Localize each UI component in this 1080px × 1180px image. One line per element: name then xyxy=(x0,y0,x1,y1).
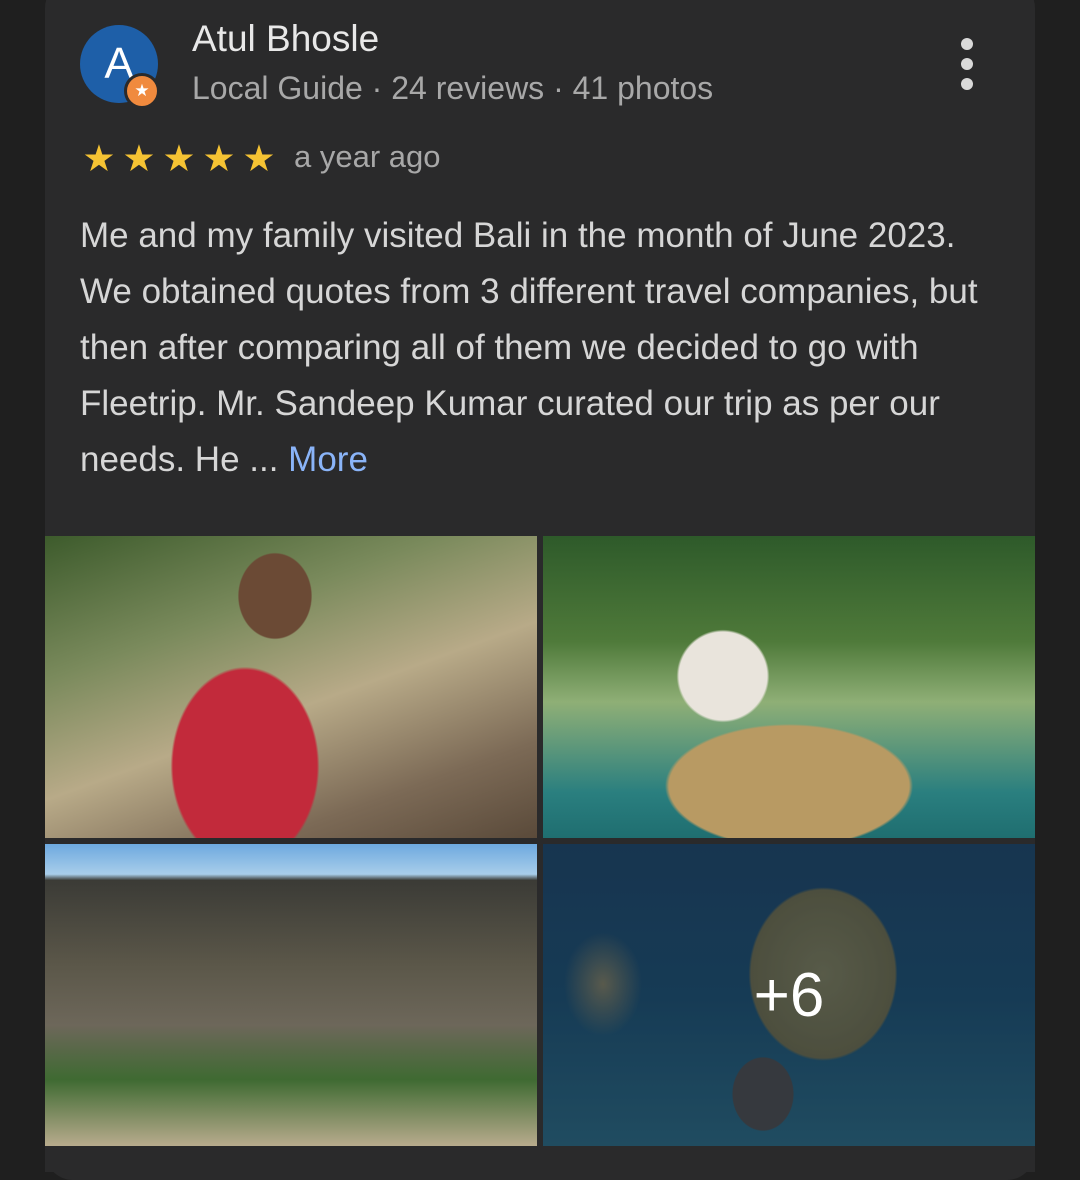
review-photo-3[interactable] xyxy=(45,844,537,1146)
star-rating: ★ ★ ★ ★ ★ xyxy=(80,140,278,177)
more-link[interactable]: More xyxy=(288,440,368,479)
star-icon: ★ xyxy=(202,138,236,179)
star-icon: ★ xyxy=(82,138,116,179)
review-body: Me and my family visited Bali in the mon… xyxy=(80,216,978,479)
reviewer-name[interactable]: Atul Bhosle xyxy=(192,18,379,60)
review-text: Me and my family visited Bali in the mon… xyxy=(80,208,1010,488)
reviewer-meta: Local Guide · 24 reviews · 41 photos xyxy=(192,70,714,106)
more-options-icon[interactable] xyxy=(952,38,982,90)
review-photo-1[interactable] xyxy=(45,536,537,838)
star-icon: ★ xyxy=(162,138,196,179)
review-time: a year ago xyxy=(294,139,441,174)
card-bottom xyxy=(45,1152,1035,1172)
star-icon: ★ xyxy=(242,138,276,179)
more-photos-count[interactable]: +6 xyxy=(543,844,1035,1146)
local-guide-badge-icon: ★ xyxy=(124,73,160,109)
review-photo-2[interactable] xyxy=(543,536,1035,838)
star-icon: ★ xyxy=(122,138,156,179)
